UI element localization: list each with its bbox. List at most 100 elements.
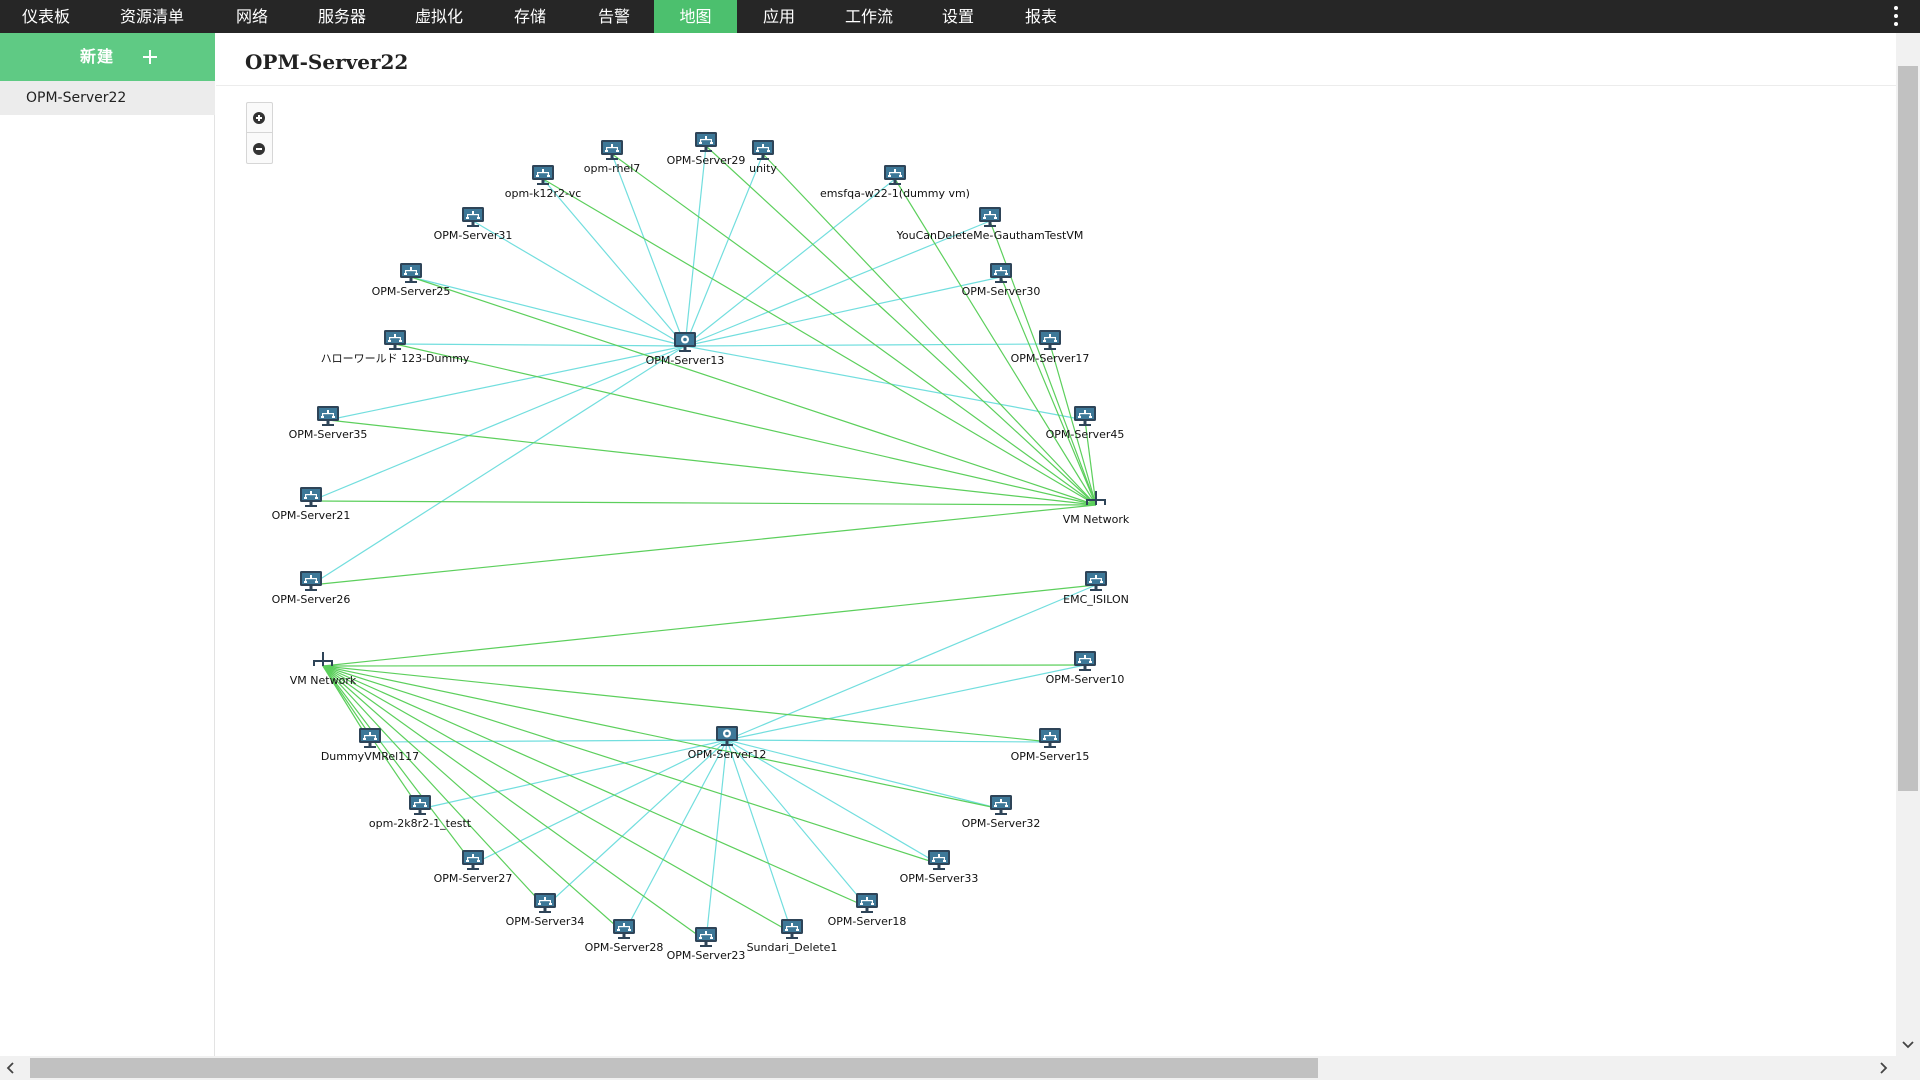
- map-node-youcandeleteme[interactable]: YouCanDeleteMe-GauthamTestVM: [896, 207, 1084, 242]
- map-node-opm-server18[interactable]: OPM-Server18: [828, 893, 907, 928]
- virtual-machine-icon: [1039, 330, 1061, 350]
- tab-dashboard[interactable]: 仪表板: [0, 0, 92, 33]
- host-server-icon: [716, 726, 738, 746]
- link-opm-server12-to-opm-server34: [544, 739, 728, 908]
- map-node-unity[interactable]: unity: [749, 140, 777, 175]
- map-node-opm-server26[interactable]: OPM-Server26: [272, 571, 351, 606]
- virtual-machine-icon: [1074, 651, 1096, 671]
- map-node-label: OPM-Server13: [646, 354, 725, 367]
- map-node-dummyvmrel117[interactable]: DummyVMRel117: [321, 728, 419, 763]
- link-opm-server12-to-opm-server10: [726, 664, 1086, 741]
- link-vm-network-left-to-opm-server28: [322, 665, 625, 934]
- virtual-machine-icon: [1039, 728, 1061, 748]
- map-node-opm-server17[interactable]: OPM-Server17: [1011, 330, 1090, 365]
- map-node-opm-server12[interactable]: OPM-Server12: [688, 726, 767, 761]
- map-node-label: OPM-Server32: [962, 817, 1041, 830]
- scroll-right-arrow-icon[interactable]: [1872, 1056, 1896, 1080]
- virtual-machine-icon: [534, 893, 556, 913]
- tab-virtualization[interactable]: 虚拟化: [396, 0, 482, 33]
- virtual-machine-icon: [409, 795, 431, 815]
- map-node-opm-server15[interactable]: OPM-Server15: [1011, 728, 1090, 763]
- sidebar: 新建 OPM-Server22: [0, 33, 215, 1056]
- link-opm-server12-to-opm-server28: [623, 739, 728, 934]
- scroll-down-arrow-icon[interactable]: [1896, 1034, 1920, 1054]
- map-node-label: EMC_ISILON: [1063, 593, 1129, 606]
- map-node-opm-server27[interactable]: OPM-Server27: [434, 850, 513, 885]
- virtual-machine-icon: [300, 487, 322, 507]
- map-node-opm-server13[interactable]: OPM-Server13: [646, 332, 725, 367]
- tab-workflow[interactable]: 工作流: [828, 0, 910, 33]
- map-node-vm-network-left[interactable]: VM Network: [290, 652, 357, 687]
- map-node-vm-network-right[interactable]: VM Network: [1063, 491, 1130, 526]
- link-opm-server13-to-opm-server17: [684, 343, 1051, 347]
- map-node-opm-server10[interactable]: OPM-Server10: [1046, 651, 1125, 686]
- map-node-label: unity: [749, 162, 777, 175]
- map-node-opm-server32[interactable]: OPM-Server32: [962, 795, 1041, 830]
- link-vm-network-left-to-opm-server33: [322, 665, 940, 865]
- map-node-label: OPM-Server29: [667, 154, 746, 167]
- map-node-emsfqa-w22-1[interactable]: emsfqa-w22-1(dummy vm): [820, 165, 970, 200]
- map-node-label: OPM-Server12: [688, 748, 767, 761]
- map-node-opm-server31[interactable]: OPM-Server31: [434, 207, 513, 242]
- link-opm-server12-to-opm-server32: [726, 739, 1002, 810]
- tab-network[interactable]: 网络: [218, 0, 286, 33]
- zoom-out-button[interactable]: [247, 134, 272, 164]
- map-node-opm-server25[interactable]: OPM-Server25: [372, 263, 451, 298]
- map-node-opm-server34[interactable]: OPM-Server34: [506, 893, 585, 928]
- virtual-machine-icon: [752, 140, 774, 160]
- tab-inventory[interactable]: 资源清单: [104, 0, 200, 33]
- map-node-opm-k12r2-vc[interactable]: opm-k12r2-vc: [505, 165, 582, 200]
- app-root: 仪表板 资源清单 网络 服务器 虚拟化 存储 告警 地图 应用 工作流 设置 报…: [0, 0, 1920, 1080]
- map-node-label: YouCanDeleteMe-GauthamTestVM: [896, 229, 1084, 242]
- virtual-machine-icon: [317, 406, 339, 426]
- tab-maps[interactable]: 地图: [654, 0, 737, 33]
- horizontal-scrollbar-thumb[interactable]: [30, 1058, 1318, 1078]
- map-node-label: OPM-Server27: [434, 872, 513, 885]
- link-opm-server13-to-hello-world: [394, 343, 686, 347]
- virtual-machine-icon: [462, 850, 484, 870]
- sidebar-item-opm-server22[interactable]: OPM-Server22: [0, 81, 215, 115]
- vertical-scrollbar-thumb[interactable]: [1898, 66, 1918, 791]
- virtual-machine-icon: [695, 132, 717, 152]
- zoom-in-icon: [253, 112, 265, 124]
- scroll-left-arrow-icon[interactable]: [0, 1056, 24, 1080]
- zoom-in-button[interactable]: [247, 103, 272, 133]
- link-opm-server13-to-emsfqa-w22-1: [684, 178, 896, 347]
- link-opm-server13-to-unity: [684, 153, 764, 347]
- link-opm-server13-to-opm-server21: [310, 345, 686, 502]
- virtual-machine-icon: [695, 927, 717, 947]
- link-opm-server12-to-opm-server15: [726, 739, 1051, 743]
- link-opm-server13-to-opm-server29: [684, 145, 707, 347]
- map-node-label: opm-2k8r2-1_testt: [369, 817, 472, 830]
- tab-apps[interactable]: 应用: [745, 0, 813, 33]
- page-title: OPM-Server22: [245, 50, 409, 74]
- map-node-opm-server30[interactable]: OPM-Server30: [962, 263, 1041, 298]
- tab-servers[interactable]: 服务器: [306, 0, 378, 33]
- map-node-opm-rhel7[interactable]: opm-rhel7: [584, 140, 641, 175]
- map-node-hello-world[interactable]: ハローワールド 123-Dummy: [321, 330, 470, 365]
- link-opm-server12-to-opm-server18: [726, 739, 868, 908]
- tab-settings[interactable]: 设置: [924, 0, 992, 33]
- map-node-sundari-delete1[interactable]: Sundari_Delete1: [747, 919, 838, 954]
- map-node-opm-server29[interactable]: OPM-Server29: [667, 132, 746, 167]
- map-node-label: OPM-Server15: [1011, 750, 1090, 763]
- map-node-label: OPM-Server30: [962, 285, 1041, 298]
- map-node-opm-server28[interactable]: OPM-Server28: [585, 919, 664, 954]
- virtual-machine-icon: [990, 263, 1012, 283]
- tab-storage[interactable]: 存储: [496, 0, 564, 33]
- link-opm-server13-to-opm-k12r2-vc: [542, 178, 686, 347]
- map-node-opm-server21[interactable]: OPM-Server21: [272, 487, 351, 522]
- new-map-button[interactable]: 新建: [0, 33, 215, 81]
- tab-reports[interactable]: 报表: [1006, 0, 1076, 33]
- map-node-opm-server23[interactable]: OPM-Server23: [667, 927, 746, 962]
- map-node-emc-isilon[interactable]: EMC_ISILON: [1063, 571, 1129, 606]
- link-vm-network-left-to-opm-server32: [322, 665, 1002, 810]
- link-vm-network-left-to-emc-isilon: [322, 584, 1097, 667]
- virtual-machine-icon: [601, 140, 623, 160]
- tab-alarms[interactable]: 告警: [580, 0, 648, 33]
- map-node-label: OPM-Server26: [272, 593, 351, 606]
- topology-map[interactable]: opm-rhel7 OPM-Server29unity opm-k12r2-vc em…: [216, 86, 1896, 1056]
- more-options-icon[interactable]: [1887, 0, 1905, 33]
- network-switch-icon: [313, 652, 333, 666]
- map-node-label: OPM-Server45: [1046, 428, 1125, 441]
